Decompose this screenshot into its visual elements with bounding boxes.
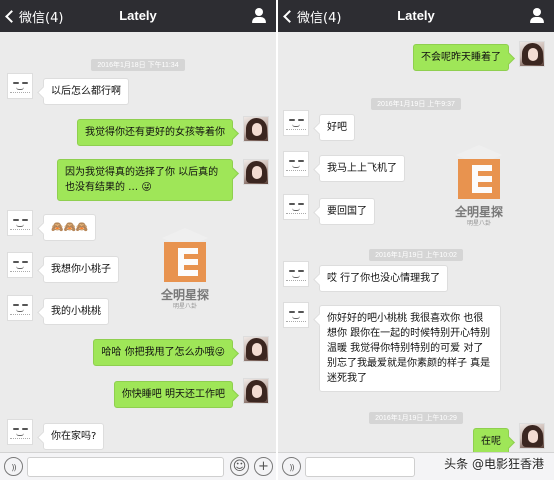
user-avatar[interactable] bbox=[243, 116, 269, 142]
voice-icon[interactable] bbox=[4, 457, 23, 476]
timestamp: 2016年1月19日 上午9:37 bbox=[278, 91, 554, 110]
message-bubble-outgoing[interactable]: 哈哈 你把我甩了怎么办哦😜 bbox=[93, 339, 233, 366]
contact-avatar[interactable] bbox=[7, 419, 33, 445]
chat-title: Lately bbox=[397, 8, 435, 23]
message-bubble-incoming[interactable]: 🙈🙈🙈 bbox=[43, 214, 97, 241]
message-bubble-incoming[interactable]: 要回国了 bbox=[319, 198, 375, 225]
input-bar: ☺ + bbox=[0, 452, 276, 480]
timestamp: 2016年1月18日 下午11:34 bbox=[0, 52, 276, 71]
watermark-logo: 全明星探 明星八卦 bbox=[444, 145, 514, 235]
nav-bar: 微信(4) Lately bbox=[0, 0, 276, 32]
message-bubble-incoming[interactable]: 我想你小桃子 bbox=[43, 256, 119, 283]
user-avatar[interactable] bbox=[519, 423, 545, 449]
contact-avatar[interactable] bbox=[7, 73, 33, 99]
message-bubble-outgoing[interactable]: 因为我觉得真的选择了你 以后真的也没有结果的 … 😜 bbox=[57, 159, 233, 201]
message-input[interactable] bbox=[27, 457, 224, 477]
voice-icon[interactable] bbox=[282, 457, 301, 476]
watermark-subtitle: 明星八卦 bbox=[466, 220, 491, 227]
message-bubble-outgoing[interactable]: 你快睡吧 明天还工作吧 bbox=[113, 381, 233, 408]
message-bubble-outgoing[interactable]: 在呢 bbox=[473, 428, 509, 455]
timestamp: 2016年1月19日 上午10:02 bbox=[278, 242, 554, 261]
contact-avatar[interactable] bbox=[283, 261, 309, 287]
chat-screen-right: 微信(4) Lately 不会呢昨天睡着了 2016年1月19日 上午9:37 … bbox=[278, 0, 554, 480]
user-avatar[interactable] bbox=[243, 159, 269, 185]
message-bubble-incoming[interactable]: 我马上上飞机了 bbox=[319, 155, 405, 182]
plus-icon[interactable]: + bbox=[254, 457, 273, 476]
contact-avatar[interactable] bbox=[283, 194, 309, 220]
user-avatar[interactable] bbox=[243, 336, 269, 362]
message-input[interactable] bbox=[305, 457, 415, 477]
contact-avatar[interactable] bbox=[7, 295, 33, 321]
emoji-icon[interactable]: ☺ bbox=[230, 457, 249, 476]
user-avatar[interactable] bbox=[243, 378, 269, 404]
source-credit: 头条 @电影狂香港 bbox=[444, 457, 544, 471]
contact-avatar[interactable] bbox=[283, 151, 309, 177]
user-profile-icon[interactable] bbox=[252, 8, 266, 24]
message-bubble-incoming[interactable]: 你在家吗? bbox=[43, 423, 105, 450]
message-bubble-incoming[interactable]: 我的小桃桃 bbox=[43, 298, 109, 325]
user-profile-icon[interactable] bbox=[530, 8, 544, 24]
message-bubble-incoming[interactable]: 哎 行了你也没心情理我了 bbox=[319, 265, 449, 292]
contact-avatar[interactable] bbox=[283, 110, 309, 136]
watermark-logo: 全明星探 明星八卦 bbox=[150, 228, 220, 318]
user-avatar[interactable] bbox=[519, 41, 545, 67]
message-bubble-incoming[interactable]: 好吧 bbox=[319, 114, 355, 141]
timestamp: 2016年1月19日 上午10:29 bbox=[278, 405, 554, 424]
chat-title: Lately bbox=[119, 8, 157, 23]
chat-screen-left: 微信(4) Lately 2016年1月18日 下午11:34 以后怎么都行啊 … bbox=[0, 0, 276, 480]
contact-avatar[interactable] bbox=[7, 210, 33, 236]
message-bubble-incoming[interactable]: 你好好的吧小桃桃 我很喜欢你 也很想你 跟你在一起的时候特别开心特别温暖 我觉得… bbox=[319, 305, 501, 392]
message-bubble-outgoing[interactable]: 不会呢昨天睡着了 bbox=[413, 44, 509, 71]
nav-bar: 微信(4) Lately bbox=[278, 0, 554, 32]
contact-avatar[interactable] bbox=[283, 302, 309, 328]
watermark-subtitle: 明星八卦 bbox=[172, 303, 197, 310]
contact-avatar[interactable] bbox=[7, 252, 33, 278]
message-bubble-incoming[interactable]: 以后怎么都行啊 bbox=[43, 78, 129, 105]
message-bubble-outgoing[interactable]: 我觉得你还有更好的女孩等着你 bbox=[77, 119, 233, 146]
